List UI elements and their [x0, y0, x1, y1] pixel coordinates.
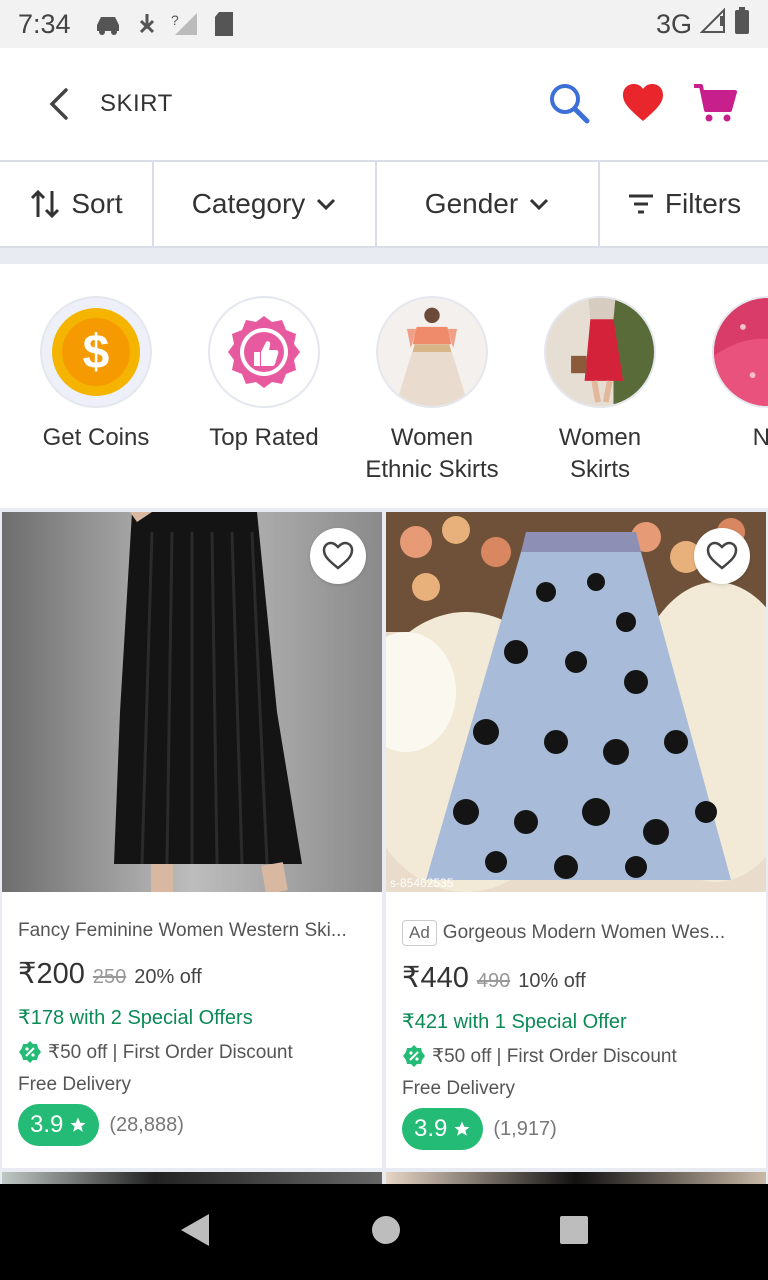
status-time: 7:34 — [18, 8, 71, 39]
app-header: SKIRT — [0, 48, 768, 160]
heart-icon — [623, 84, 663, 121]
triangle-back-icon — [180, 1213, 209, 1246]
network-type: 3G — [655, 8, 692, 39]
rating-count: (28,888) — [109, 1113, 184, 1136]
wishlist-button[interactable] — [618, 78, 668, 128]
section-divider — [0, 248, 768, 264]
filters-button[interactable]: Filters — [600, 162, 768, 246]
skirt-image — [544, 296, 656, 408]
category-label: Get Coins — [42, 424, 150, 451]
discount-badge-icon — [403, 1045, 425, 1067]
nav-back-button[interactable] — [179, 1212, 213, 1253]
filter-icon — [628, 194, 653, 214]
delivery-info: Free Delivery — [402, 1078, 515, 1099]
category-label: Women Ethnic Skirts — [365, 424, 499, 483]
chevron-left-icon — [49, 88, 68, 120]
product-card[interactable]: Fancy Feminine Women Western Ski... ₹200… — [2, 512, 382, 1168]
square-recents-icon — [560, 1215, 589, 1244]
product-card[interactable]: s-85462535 Ad Gorgeous Modern Women Wes.… — [386, 512, 766, 1168]
nav-home-button[interactable] — [370, 1214, 402, 1251]
first-order-text: ₹50 off | First Order Discount — [48, 1041, 293, 1063]
product-name-text: Fancy Feminine Women Western Ski... — [18, 920, 347, 941]
category-label: Ne — [752, 424, 768, 451]
category-carousel[interactable]: $ Get Coins Top Rated Women Ethnic Skirt… — [0, 264, 768, 508]
category-get-coins[interactable]: $ Get Coins — [11, 296, 181, 454]
delivery-info: Free Delivery — [18, 1074, 131, 1095]
product-mrp: 490 — [476, 970, 511, 992]
chevron-down-icon — [530, 198, 549, 211]
rating-count: (1,917) — [493, 1117, 557, 1140]
circle-home-icon — [371, 1215, 400, 1244]
category-top-rated[interactable]: Top Rated — [179, 296, 349, 454]
wishlist-toggle[interactable] — [310, 528, 366, 584]
wishlist-toggle[interactable] — [694, 528, 750, 584]
product-mrp: 250 — [92, 966, 127, 988]
filter-bar: Sort Category Gender Filters — [0, 160, 768, 248]
star-icon — [454, 1121, 470, 1136]
category-new[interactable]: Ne — [683, 296, 768, 454]
product-price: ₹440 — [402, 962, 469, 994]
cart-icon — [694, 84, 737, 122]
search-icon — [550, 84, 590, 124]
cart-button[interactable] — [690, 78, 740, 128]
system-nav-bar — [0, 1184, 768, 1280]
category-label: Category — [191, 188, 306, 219]
next-product-peek[interactable] — [2, 1172, 382, 1184]
heart-outline-icon — [322, 541, 354, 570]
rating-badge: 3.9 — [18, 1104, 100, 1146]
chevron-down-icon — [317, 198, 336, 211]
discount-badge-icon — [19, 1041, 41, 1063]
thumbs-up-badge-icon — [208, 296, 320, 408]
product-name: Fancy Feminine Women Western Ski... — [18, 920, 366, 942]
rating-value: 3.9 — [414, 1115, 448, 1142]
filters-label: Filters — [664, 188, 742, 219]
gender-dropdown[interactable]: Gender — [377, 162, 600, 246]
back-button[interactable] — [38, 84, 78, 124]
next-product-peek[interactable] — [386, 1172, 766, 1184]
category-dropdown[interactable]: Category — [154, 162, 377, 246]
product-name: Ad Gorgeous Modern Women Wes... — [402, 920, 750, 946]
nav-recents-button[interactable] — [559, 1215, 589, 1250]
ethnic-skirt-image — [376, 296, 488, 408]
signal-icon — [699, 7, 726, 41]
first-order-discount: ₹50 off | First Order Discount — [402, 1044, 750, 1068]
product-image[interactable]: s-85462535 — [386, 512, 766, 892]
category-women-ethnic-skirts[interactable]: Women Ethnic Skirts — [347, 296, 517, 486]
signal-off-icon: ? — [171, 11, 199, 37]
special-offer: ₹178 with 2 Special Offers — [18, 1007, 253, 1029]
product-discount: 20% off — [134, 966, 202, 988]
star-icon — [70, 1117, 86, 1132]
product-sku: s-85462535 — [390, 876, 454, 890]
search-button[interactable] — [544, 78, 594, 128]
rating-value: 3.9 — [30, 1111, 64, 1138]
category-image — [712, 296, 768, 408]
sort-label: Sort — [71, 188, 123, 219]
category-women-skirts[interactable]: Women Skirts — [515, 296, 685, 486]
sort-button[interactable]: Sort — [0, 162, 154, 246]
battery-icon — [734, 6, 750, 42]
svg-text:$: $ — [83, 326, 110, 379]
sd-card-icon — [213, 11, 235, 37]
product-price: ₹200 — [18, 958, 85, 990]
coin-icon: $ — [40, 296, 152, 408]
sort-icon — [31, 189, 60, 219]
heart-outline-icon — [706, 541, 738, 570]
category-label: Women Skirts — [558, 424, 642, 483]
product-name-text: Gorgeous Modern Women Wes... — [442, 922, 726, 943]
category-label: Top Rated — [209, 424, 319, 451]
download-icon — [137, 12, 157, 36]
status-bar: 7:34 ? 3G — [0, 0, 768, 48]
page-title: SKIRT — [100, 90, 173, 117]
svg-text:?: ? — [171, 12, 179, 28]
first-order-discount: ₹50 off | First Order Discount — [18, 1040, 366, 1064]
product-image[interactable] — [2, 512, 382, 892]
product-discount: 10% off — [518, 970, 586, 992]
rating-badge: 3.9 — [402, 1108, 484, 1150]
ad-badge: Ad — [402, 920, 437, 946]
special-offer: ₹421 with 1 Special Offer — [402, 1011, 627, 1033]
first-order-text: ₹50 off | First Order Discount — [432, 1045, 677, 1067]
gender-label: Gender — [424, 188, 519, 219]
car-icon — [93, 13, 123, 35]
